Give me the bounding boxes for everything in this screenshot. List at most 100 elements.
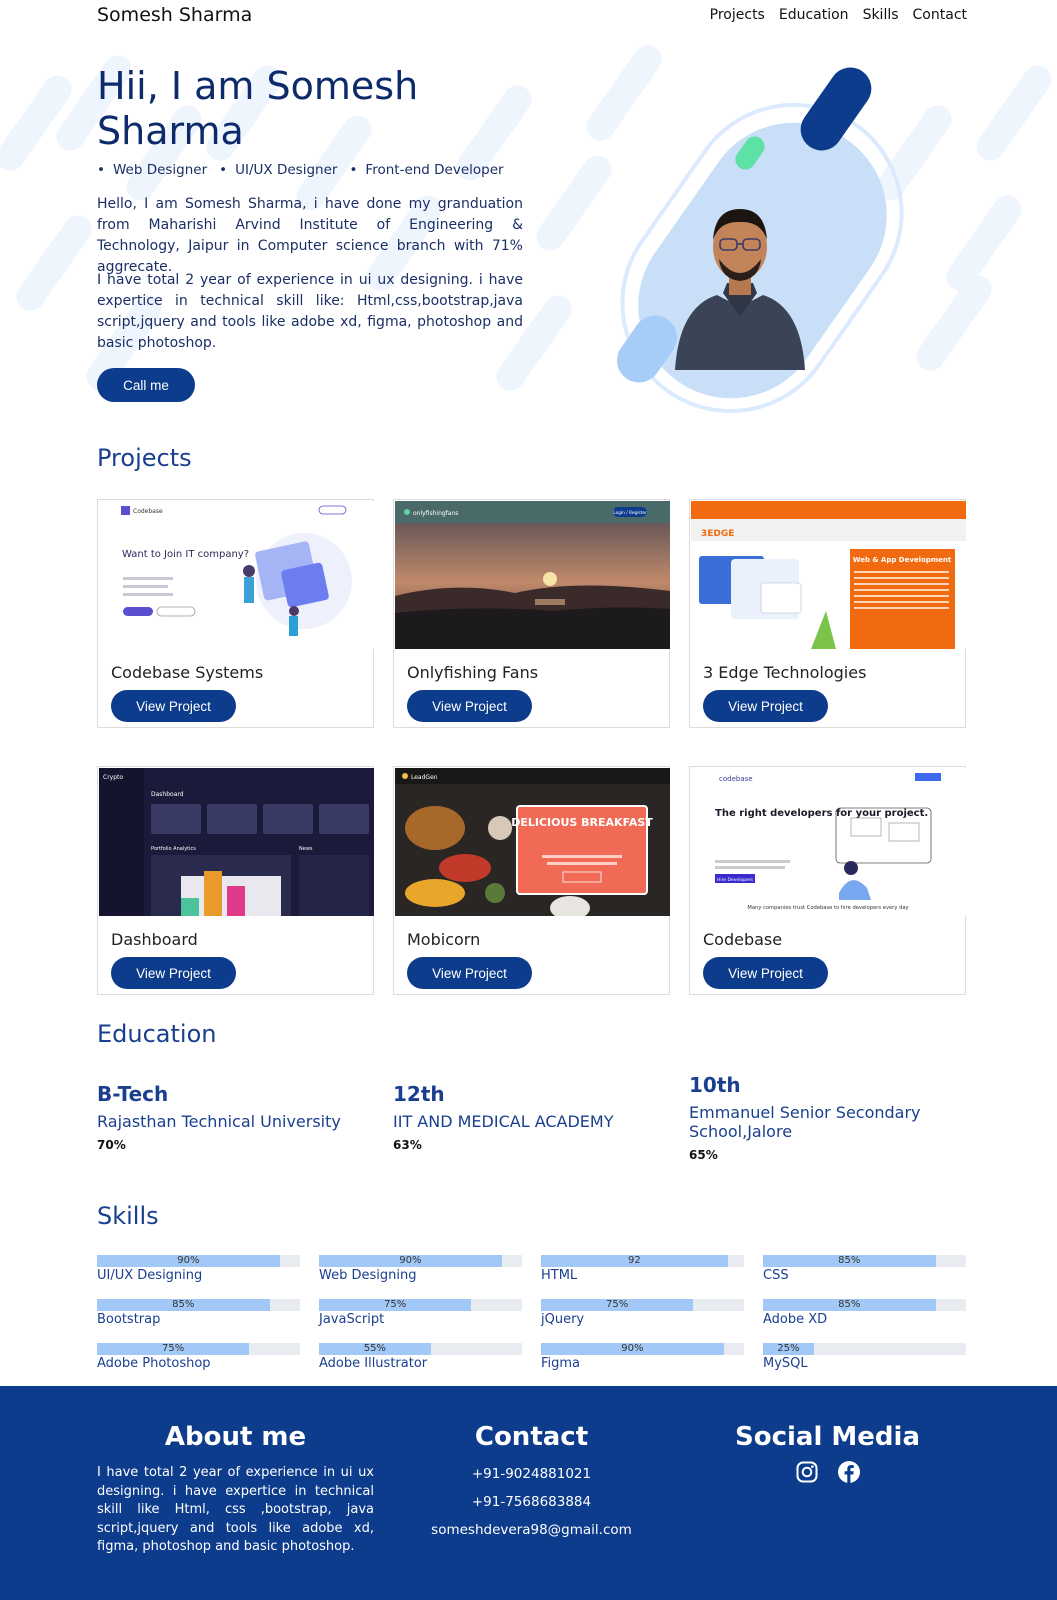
profile-photo <box>675 209 805 370</box>
thumb-tagline-text: Many companies trust Codebase to hire de… <box>747 905 908 911</box>
skill-item: 75% jQuery <box>541 1299 744 1327</box>
hero-experience-paragraph: I have total 2 year of experience in ui … <box>97 272 523 351</box>
role-item: UI/UX Designer <box>219 162 337 178</box>
skill-name: Adobe Illustrator <box>319 1356 428 1371</box>
phone-link[interactable]: +91-9024881021 <box>393 1466 670 1482</box>
view-project-button[interactable]: View Project <box>703 690 828 722</box>
project-title: Mobicorn <box>407 930 481 949</box>
project-thumbnail: Codebase Want to Join IT company? <box>99 501 374 649</box>
degree-title: B-Tech <box>97 1082 169 1106</box>
contact-heading: Contact <box>474 1422 589 1452</box>
skill-progress-fill: 85% <box>763 1299 936 1311</box>
skill-progress-track: 92 <box>541 1255 744 1267</box>
thumb-news-text: News <box>299 846 313 852</box>
skill-item: 90% UI/UX Designing <box>97 1255 300 1283</box>
skill-progress-fill: 75% <box>319 1299 472 1311</box>
project-title: Codebase <box>703 930 783 949</box>
skill-item: 75% JavaScript <box>319 1299 522 1327</box>
skill-progress-track: 90% <box>319 1255 522 1267</box>
social-heading: Social Media <box>735 1422 920 1452</box>
skill-name: Bootstrap <box>97 1312 161 1327</box>
degree-title: 12th <box>393 1082 445 1106</box>
score: 63% <box>393 1138 422 1152</box>
education-heading: Education <box>97 1020 217 1048</box>
project-title: Dashboard <box>111 930 198 949</box>
score: 70% <box>97 1138 126 1152</box>
thumb-panel-text: Portfolio Analytics <box>151 846 196 852</box>
skills-heading: Skills <box>97 1202 159 1230</box>
skill-progress-fill: 85% <box>763 1255 936 1267</box>
brand-name[interactable]: Somesh Sharma <box>97 4 252 26</box>
skill-item: 85% Adobe XD <box>763 1299 966 1327</box>
thumb-cta-text: Hire Developers <box>717 877 754 883</box>
degree-title: 10th <box>689 1073 741 1097</box>
nav-menu: Projects Education Skills Contact <box>710 7 967 23</box>
view-project-button[interactable]: View Project <box>111 957 236 989</box>
footer-contact: Contact +91-9024881021 +91-7568683884 so… <box>393 1422 670 1538</box>
project-card: Codebase Want to Join IT company? Codeba… <box>97 499 374 728</box>
thumb-nav-cta: Login / Register <box>613 510 647 516</box>
instagram-icon[interactable] <box>795 1460 819 1484</box>
skill-progress-fill: 75% <box>541 1299 694 1311</box>
skill-progress-fill: 85% <box>97 1299 270 1311</box>
skill-progress-fill: 55% <box>319 1343 431 1355</box>
about-heading: About me <box>164 1422 307 1452</box>
skill-progress-track: 90% <box>541 1343 744 1355</box>
social-links <box>689 1460 966 1484</box>
education-item: 10th Emmanuel Senior Secondary School,Ja… <box>689 1073 959 1162</box>
footer: About me I have total 2 year of experien… <box>0 1386 1057 1600</box>
skill-item: 85% CSS <box>763 1255 966 1283</box>
view-project-button[interactable]: View Project <box>407 957 532 989</box>
project-card: onlyfishingfans Login / Register Onlyfis… <box>393 499 670 728</box>
project-thumbnail: 3EDGE Web & App Development <box>691 501 966 649</box>
skill-item: 85% Bootstrap <box>97 1299 300 1327</box>
skill-name: JavaScript <box>319 1312 385 1327</box>
thumb-heading-text: Dashboard <box>151 791 184 798</box>
skill-progress-fill: 92 <box>541 1255 728 1267</box>
thumb-logo-text: codebase <box>719 775 753 783</box>
view-project-button[interactable]: View Project <box>407 690 532 722</box>
footer-social: Social Media <box>689 1422 966 1484</box>
skill-name: Web Designing <box>319 1268 417 1283</box>
skill-name: HTML <box>541 1268 578 1283</box>
thumb-heading-text: DELICIOUS BREAKFAST <box>511 816 653 829</box>
thumb-heading-text: The right developers for your project. <box>715 808 928 819</box>
skill-progress-track: 90% <box>97 1255 300 1267</box>
phone-link[interactable]: +91-7568683884 <box>393 1494 670 1510</box>
thumb-logo-text: LeadGen <box>411 774 438 781</box>
project-card: 3EDGE Web & App Development 3 Edge Techn… <box>689 499 966 728</box>
project-title: Onlyfishing Fans <box>407 663 539 682</box>
project-thumbnail: onlyfishingfans Login / Register <box>395 501 670 649</box>
view-project-button[interactable]: View Project <box>111 690 236 722</box>
about-text: I have total 2 year of experience in ui … <box>97 1465 374 1554</box>
projects-heading: Projects <box>97 444 192 472</box>
skill-name: CSS <box>763 1268 789 1283</box>
role-item: Web Designer <box>97 162 207 178</box>
skill-name: Adobe XD <box>763 1312 828 1327</box>
nav-link-skills[interactable]: Skills <box>863 7 899 23</box>
skill-progress-fill: 25% <box>763 1343 814 1355</box>
project-thumbnail: codebase The right developers for your p… <box>691 768 966 916</box>
education-item: B-Tech Rajasthan Technical University 70… <box>97 1082 367 1152</box>
nav-link-projects[interactable]: Projects <box>710 7 765 23</box>
nav-link-education[interactable]: Education <box>779 7 849 23</box>
skill-item: 25% MySQL <box>763 1343 966 1371</box>
school-name: Rajasthan Technical University <box>97 1112 341 1131</box>
project-title: 3 Edge Technologies <box>703 663 867 682</box>
project-card: codebase The right developers for your p… <box>689 766 966 995</box>
thumb-heading-text: Web & App Development <box>853 556 952 564</box>
school-name: Emmanuel Senior Secondary School,Jalore <box>689 1103 921 1141</box>
skill-progress-track: 25% <box>763 1343 966 1355</box>
call-me-button[interactable]: Call me <box>97 368 195 402</box>
email-link[interactable]: someshdevera98@gmail.com <box>393 1522 670 1538</box>
skill-name: jQuery <box>541 1312 585 1327</box>
facebook-icon[interactable] <box>837 1460 861 1484</box>
skill-item: 92 HTML <box>541 1255 744 1283</box>
skill-progress-fill: 90% <box>541 1343 724 1355</box>
nav-link-contact[interactable]: Contact <box>913 7 967 23</box>
skill-progress-fill: 75% <box>97 1343 250 1355</box>
hero-portrait-art <box>577 55 947 457</box>
school-name: IIT AND MEDICAL ACADEMY <box>393 1112 614 1131</box>
view-project-button[interactable]: View Project <box>703 957 828 989</box>
role-item: Front-end Developer <box>349 162 503 178</box>
